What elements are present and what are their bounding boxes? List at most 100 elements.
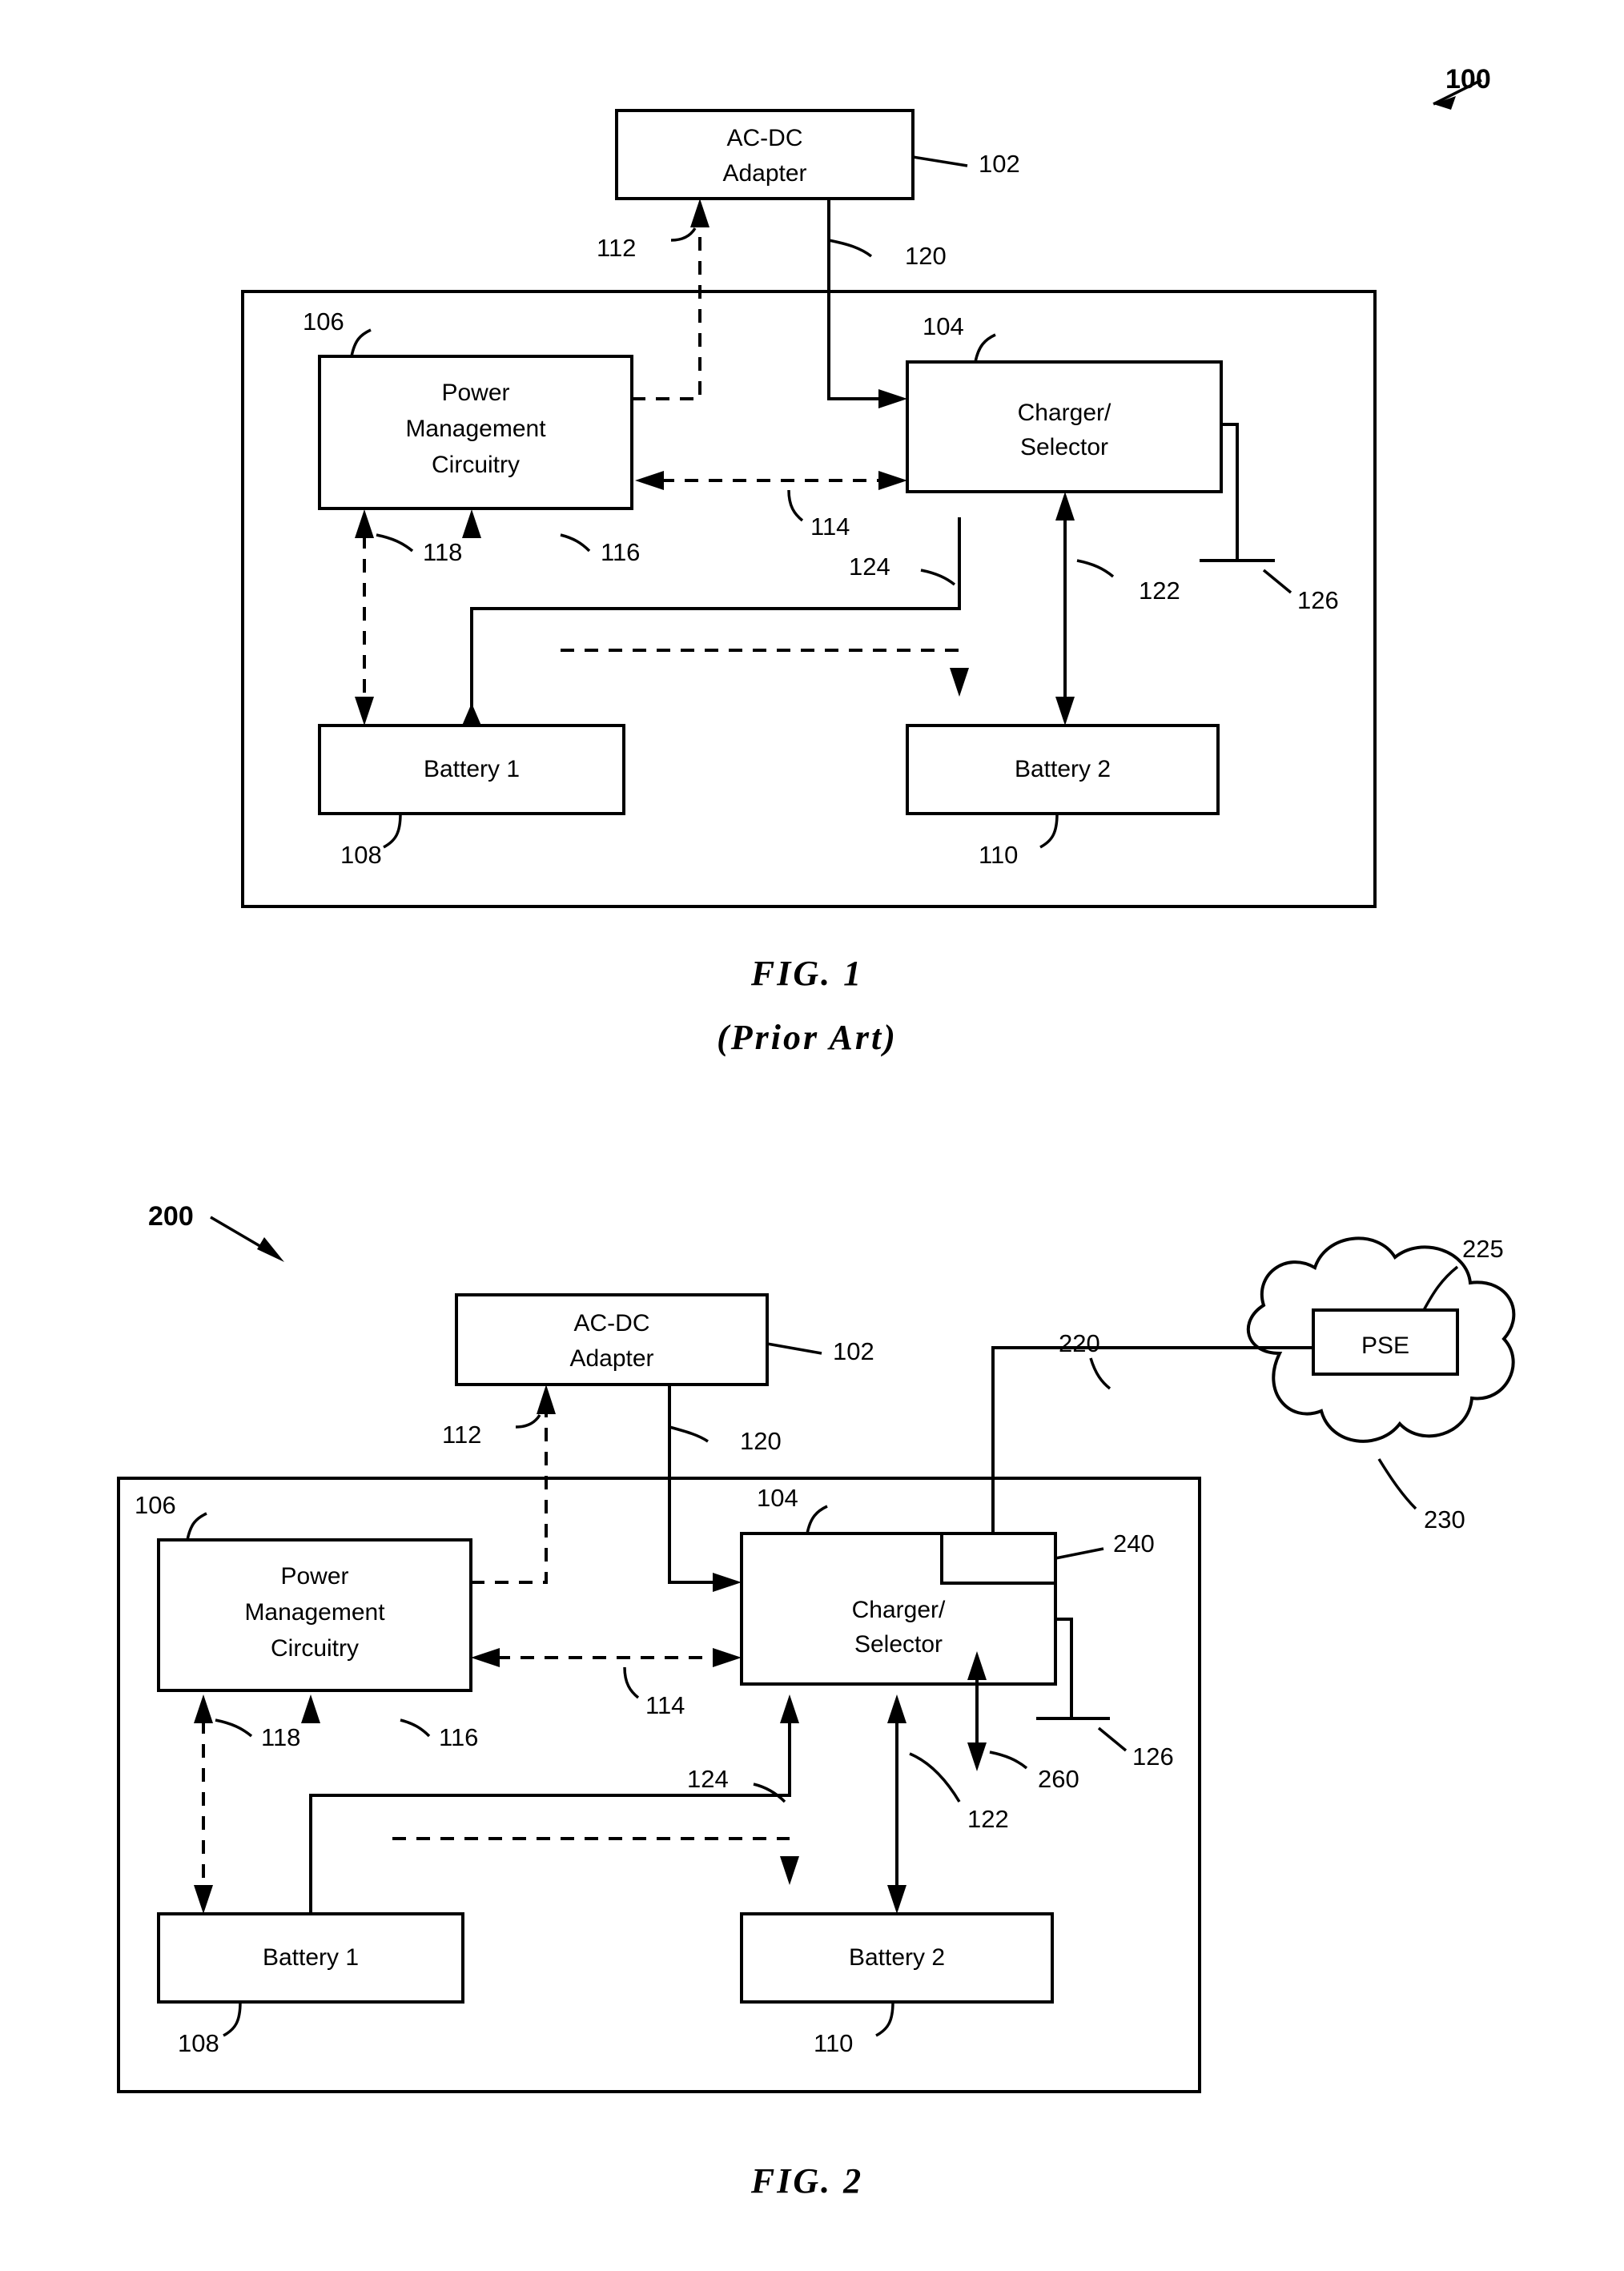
pmc-label-line2: Management [405, 416, 546, 442]
leader-126-fig1 [1262, 569, 1292, 594]
leader-225-fig2 [1422, 1265, 1459, 1311]
pmc-label-line2-fig2: Management [244, 1599, 385, 1626]
leader-120-fig1 [828, 239, 873, 258]
figure-1-subcaption: (Prior Art) [717, 1018, 898, 1057]
leader-240-fig2 [1055, 1547, 1104, 1560]
connection-220-fig2: 220 [991, 1329, 1313, 1533]
pmc-label-line1: Power [441, 380, 509, 406]
ref-124-fig1: 124 [849, 553, 890, 581]
pse-label-fig2: PSE [1361, 1332, 1409, 1359]
system-ref-200-label: 200 [148, 1201, 194, 1232]
ref-120-fig1: 120 [905, 242, 947, 270]
ref-240-fig2: 240 [1113, 1529, 1155, 1558]
leader-122-fig2 [909, 1752, 961, 1803]
ref-106-fig1: 106 [303, 307, 344, 336]
ac-dc-adapter-label-line1-fig2: AC-DC [574, 1310, 650, 1336]
leader-112-fig2 [515, 1414, 541, 1429]
leader-124-fig1 [920, 569, 956, 586]
leader-118-fig2 [215, 1718, 253, 1738]
charger-label-line2-fig2: Selector [854, 1631, 943, 1658]
ref-118-fig1: 118 [423, 538, 462, 566]
leader-260-fig2 [989, 1750, 1028, 1770]
pmc-label-line3-fig2: Circuitry [271, 1635, 359, 1662]
ref-122-fig1: 122 [1139, 577, 1180, 605]
battery2-label-fig1: Battery 2 [1015, 756, 1111, 782]
leader-108-fig2 [223, 2001, 242, 2037]
ref-225-fig2: 225 [1462, 1235, 1504, 1263]
ref-108-fig2: 108 [178, 2029, 219, 2057]
ref-118-fig2: 118 [261, 1723, 300, 1751]
leader-108-fig1 [383, 813, 402, 849]
charger-label-line2: Selector [1020, 434, 1108, 460]
charger-label-line1-fig2: Charger/ [852, 1597, 946, 1623]
battery2-label-fig2: Battery 2 [849, 1944, 945, 1971]
leader-116-fig1 [560, 533, 591, 553]
ref-102-fig2: 102 [833, 1337, 874, 1365]
leader-102-fig2 [766, 1342, 822, 1355]
leader-122-fig1 [1076, 559, 1115, 578]
system-ref-200-pointer [210, 1216, 284, 1262]
connection-116-fig1: 116 [462, 509, 961, 726]
ref-112-fig2: 112 [442, 1421, 481, 1449]
patent-drawing-sheet: 100 AC-DC Adapter 102 Power Management C… [0, 0, 1624, 2271]
connection-122-fig1: 122 [1055, 492, 1180, 726]
ac-dc-adapter-label-line2-fig2: Adapter [569, 1345, 653, 1372]
leader-104-fig2 [806, 1505, 828, 1534]
connection-114-fig1: 114 [635, 471, 907, 541]
leader-220-fig2 [1089, 1357, 1111, 1390]
ref-102-fig1: 102 [979, 150, 1020, 178]
connection-118-fig1: 118 [355, 509, 462, 726]
leader-106-fig2 [186, 1512, 207, 1541]
ref-126-fig2: 126 [1132, 1742, 1174, 1771]
pmc-label-line3: Circuitry [432, 452, 520, 478]
leader-112-fig1 [670, 227, 697, 242]
connection-124-fig2: 124 [392, 1765, 799, 1885]
ac-dc-adapter-label-line2: Adapter [722, 160, 806, 187]
ref-114-fig1: 114 [810, 512, 850, 541]
figure-1-and-2-drawings: 100 AC-DC Adapter 102 Power Management C… [117, 64, 1516, 2201]
leader-116-fig2 [400, 1718, 431, 1738]
leader-124-fig2 [753, 1783, 786, 1803]
leader-110-fig2 [875, 2001, 894, 2037]
block-charger-selector-fig1 [906, 360, 1223, 493]
battery1-label-fig2: Battery 1 [263, 1944, 359, 1971]
ref-124-fig2: 124 [687, 1765, 729, 1793]
system-ref-100-label: 100 [1445, 64, 1491, 94]
ref-110-fig2: 110 [814, 2029, 853, 2057]
figure-2: 200 AC-DC Adapter 102 Power Management C… [117, 1201, 1516, 2201]
ref-122-fig2: 122 [967, 1805, 1009, 1833]
leader-120-fig2 [669, 1425, 709, 1443]
leader-110-fig1 [1039, 813, 1059, 849]
pmc-label-line1-fig2: Power [280, 1563, 348, 1590]
leader-114-fig2 [623, 1666, 640, 1699]
ac-dc-adapter-label-line1: AC-DC [727, 125, 803, 151]
battery1-label-fig1: Battery 1 [424, 756, 520, 782]
ref-220-fig2: 220 [1059, 1329, 1100, 1357]
leader-118-fig1 [376, 533, 414, 553]
ref-104-fig1: 104 [923, 312, 964, 340]
ref-104-fig2: 104 [757, 1484, 798, 1512]
leader-126-fig2 [1097, 1726, 1128, 1752]
figure-1: 100 AC-DC Adapter 102 Power Management C… [241, 64, 1491, 1057]
charger-label-line1: Charger/ [1018, 400, 1111, 426]
ref-106-fig2: 106 [135, 1491, 176, 1519]
block-pd-interface-240-fig2 [940, 1532, 1057, 1585]
figure-2-caption: FIG. 2 [750, 2161, 863, 2201]
ref-116-fig1: 116 [601, 538, 640, 566]
ref-108-fig1: 108 [340, 841, 382, 869]
connection-116-fig2: 116 [301, 1694, 799, 1914]
ref-230-fig2: 230 [1424, 1505, 1465, 1533]
leader-104-fig1 [974, 333, 996, 363]
ref-112-fig1: 112 [597, 234, 636, 262]
ref-126-fig1: 126 [1297, 586, 1339, 614]
ref-114-fig2: 114 [645, 1691, 685, 1719]
ref-110-fig1: 110 [979, 841, 1018, 869]
connection-114-fig2: 114 [471, 1648, 742, 1719]
connection-118-fig2: 118 [194, 1694, 300, 1914]
ref-260-fig2: 260 [1038, 1765, 1079, 1793]
ref-116-fig2: 116 [439, 1723, 478, 1751]
connection-124-fig1: 124 [561, 553, 969, 697]
leader-114-fig1 [787, 489, 804, 522]
connection-122-fig2: 122 [887, 1694, 1009, 1914]
leader-230-fig2 [1377, 1458, 1417, 1510]
